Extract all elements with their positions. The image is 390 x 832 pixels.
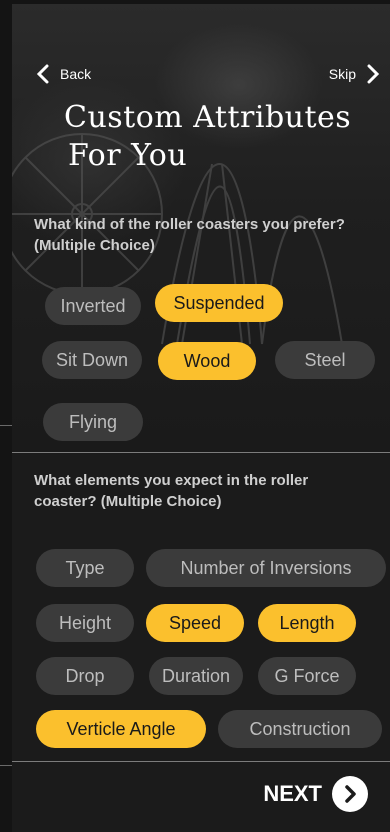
footer-divider bbox=[12, 761, 390, 762]
chip-inverted[interactable]: Inverted bbox=[45, 287, 141, 325]
section-divider bbox=[12, 452, 390, 453]
chip-duration[interactable]: Duration bbox=[149, 657, 243, 695]
chip-steel[interactable]: Steel bbox=[275, 341, 375, 379]
chip-flying[interactable]: Flying bbox=[43, 403, 143, 441]
question-coaster-type: What kind of the roller coasters you pre… bbox=[34, 216, 345, 254]
top-navigation: Back Skip bbox=[34, 64, 382, 92]
back-button[interactable]: Back bbox=[34, 64, 91, 84]
chip-type[interactable]: Type bbox=[36, 549, 134, 587]
chip-suspended[interactable]: Suspended bbox=[155, 284, 283, 322]
chip-speed[interactable]: Speed bbox=[146, 604, 244, 642]
title-line-1: Custom Attributes bbox=[64, 100, 352, 135]
chip-wood[interactable]: Wood bbox=[158, 342, 256, 380]
chevron-right-icon bbox=[367, 64, 380, 84]
next-label: NEXT bbox=[263, 781, 322, 806]
chip-sit-down[interactable]: Sit Down bbox=[42, 341, 142, 379]
chip-number-of-inversions[interactable]: Number of Inversions bbox=[146, 549, 386, 587]
screen: Back Skip Custom Attributes For You What… bbox=[12, 4, 390, 832]
chip-construction[interactable]: Construction bbox=[218, 710, 382, 748]
skip-button[interactable]: Skip bbox=[329, 64, 382, 84]
title-line-2: For You bbox=[68, 138, 188, 173]
back-label: Back bbox=[60, 66, 92, 82]
chip-length[interactable]: Length bbox=[258, 604, 356, 642]
page-title: Custom Attributes For You bbox=[64, 99, 384, 175]
next-button[interactable]: NEXT bbox=[263, 776, 368, 812]
question-elements: What elements you expect in the roller c… bbox=[34, 472, 309, 510]
chip-g-force[interactable]: G Force bbox=[258, 657, 356, 695]
chip-drop[interactable]: Drop bbox=[36, 657, 134, 695]
next-arrow-icon bbox=[332, 776, 368, 812]
chevron-left-icon bbox=[36, 64, 49, 84]
chip-verticle-angle[interactable]: Verticle Angle bbox=[36, 710, 206, 748]
chip-height[interactable]: Height bbox=[36, 604, 134, 642]
skip-label: Skip bbox=[328, 66, 356, 82]
